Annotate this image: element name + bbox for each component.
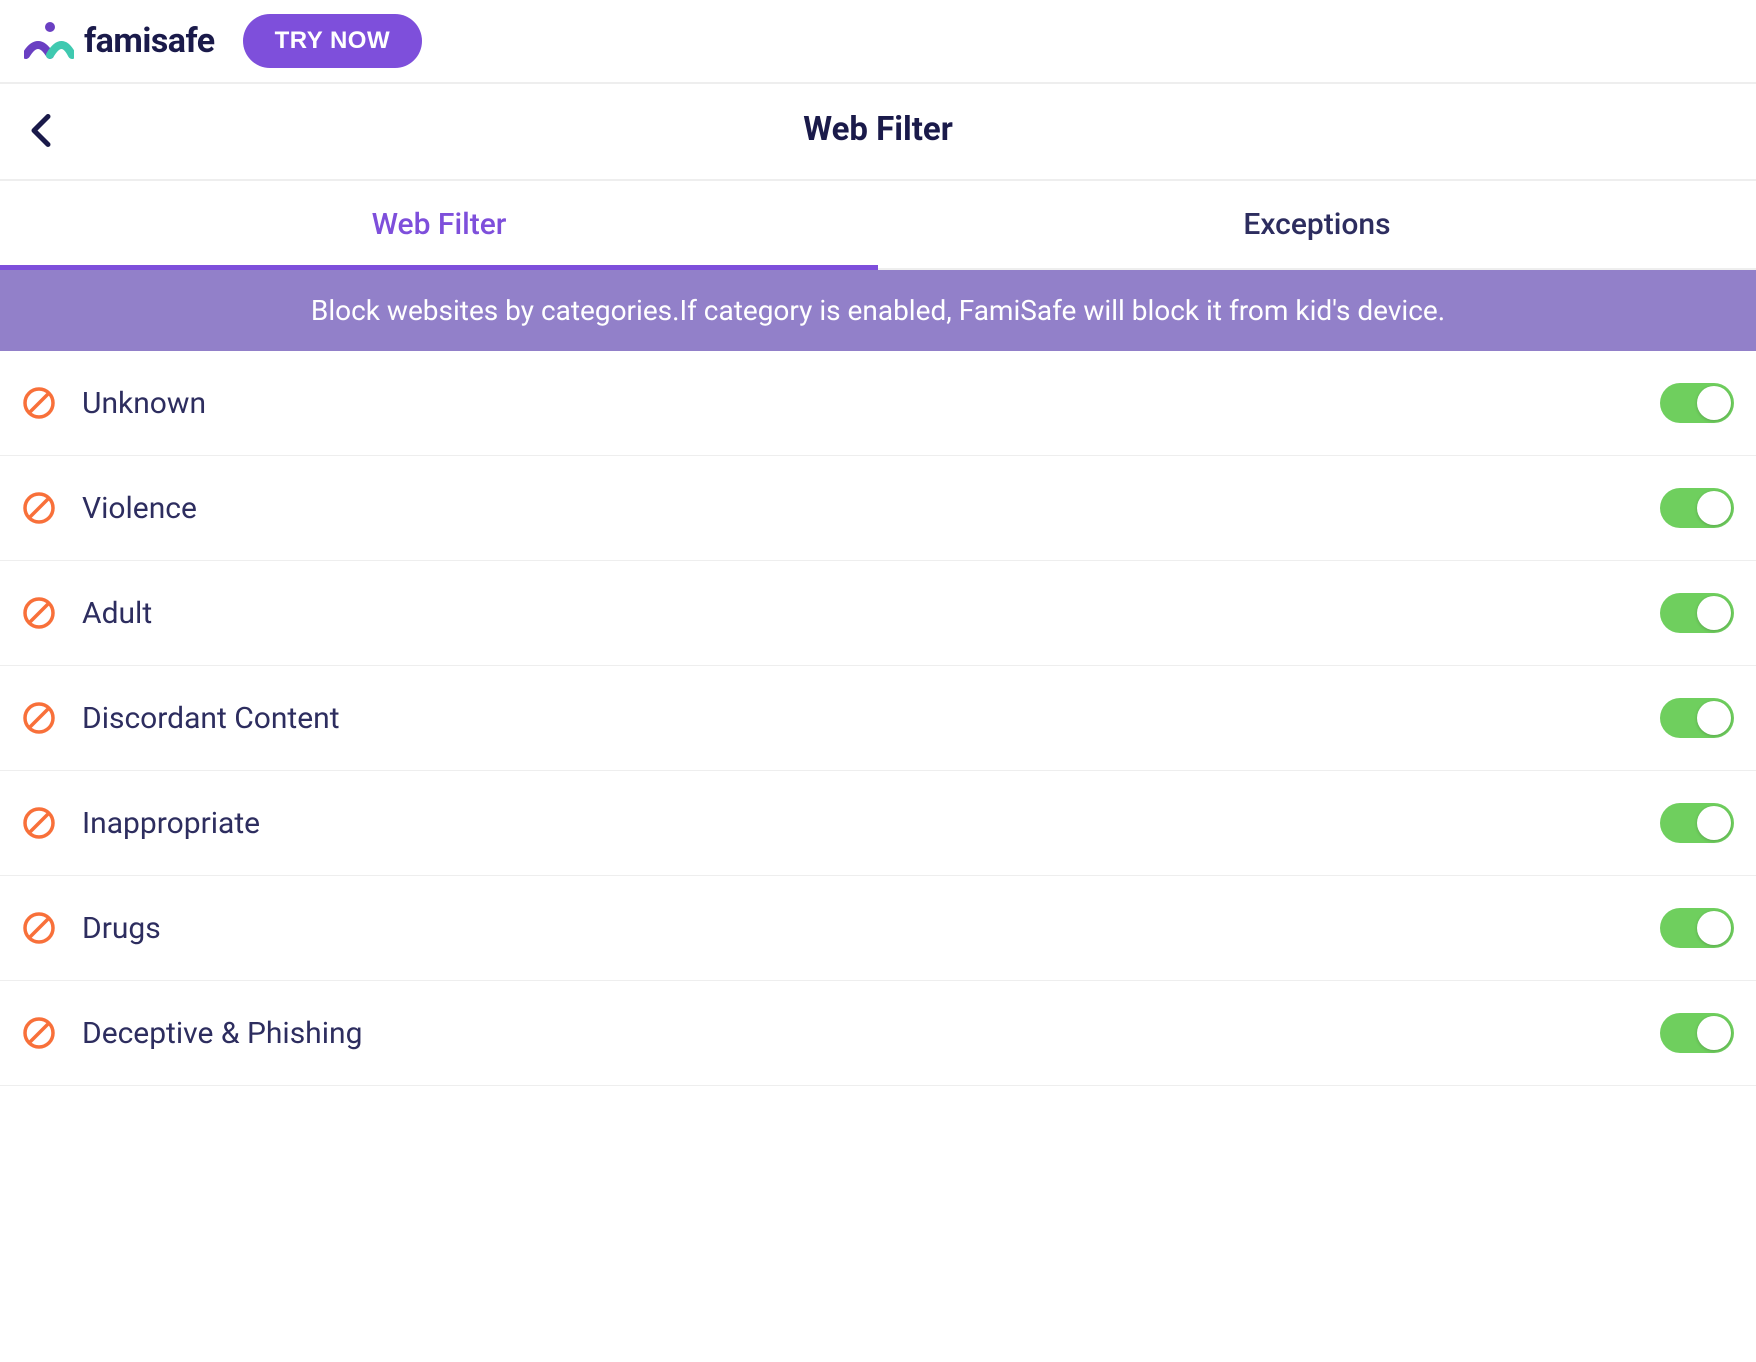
logo[interactable]: famisafe <box>24 21 215 61</box>
block-icon <box>22 386 56 420</box>
tab-web-filter[interactable]: Web Filter <box>0 181 878 268</box>
back-button[interactable] <box>20 104 60 159</box>
chevron-left-icon <box>28 112 52 148</box>
category-label: Unknown <box>82 386 1634 421</box>
block-icon <box>22 806 56 840</box>
tabs: Web Filter Exceptions <box>0 181 1756 270</box>
block-icon <box>22 1016 56 1050</box>
page-title: Web Filter <box>803 110 953 149</box>
block-icon <box>22 911 56 945</box>
category-row: Drugs <box>0 876 1756 981</box>
category-row: Violence <box>0 456 1756 561</box>
block-icon <box>22 491 56 525</box>
category-list: Unknown Violence Adult Discordant Conten… <box>0 351 1756 1086</box>
toggle-switch[interactable] <box>1660 698 1734 738</box>
category-label: Violence <box>82 491 1634 526</box>
block-icon <box>22 701 56 735</box>
category-label: Inappropriate <box>82 806 1634 841</box>
toggle-switch[interactable] <box>1660 803 1734 843</box>
category-row: Adult <box>0 561 1756 666</box>
category-label: Adult <box>82 596 1634 631</box>
category-row: Inappropriate <box>0 771 1756 876</box>
category-label: Drugs <box>82 911 1634 946</box>
top-bar: famisafe TRY NOW <box>0 0 1756 84</box>
logo-icon <box>24 21 74 61</box>
category-row: Unknown <box>0 351 1756 456</box>
brand-text: famisafe <box>84 21 215 61</box>
tab-exceptions[interactable]: Exceptions <box>878 181 1756 268</box>
category-row: Deceptive & Phishing <box>0 981 1756 1086</box>
header-bar: Web Filter <box>0 84 1756 181</box>
block-icon <box>22 596 56 630</box>
toggle-switch[interactable] <box>1660 383 1734 423</box>
info-banner: Block websites by categories.If category… <box>0 270 1756 351</box>
toggle-switch[interactable] <box>1660 1013 1734 1053</box>
toggle-switch[interactable] <box>1660 593 1734 633</box>
category-row: Discordant Content <box>0 666 1756 771</box>
try-now-button[interactable]: TRY NOW <box>243 14 423 68</box>
category-label: Discordant Content <box>82 701 1634 736</box>
category-label: Deceptive & Phishing <box>82 1016 1634 1051</box>
toggle-switch[interactable] <box>1660 488 1734 528</box>
toggle-switch[interactable] <box>1660 908 1734 948</box>
